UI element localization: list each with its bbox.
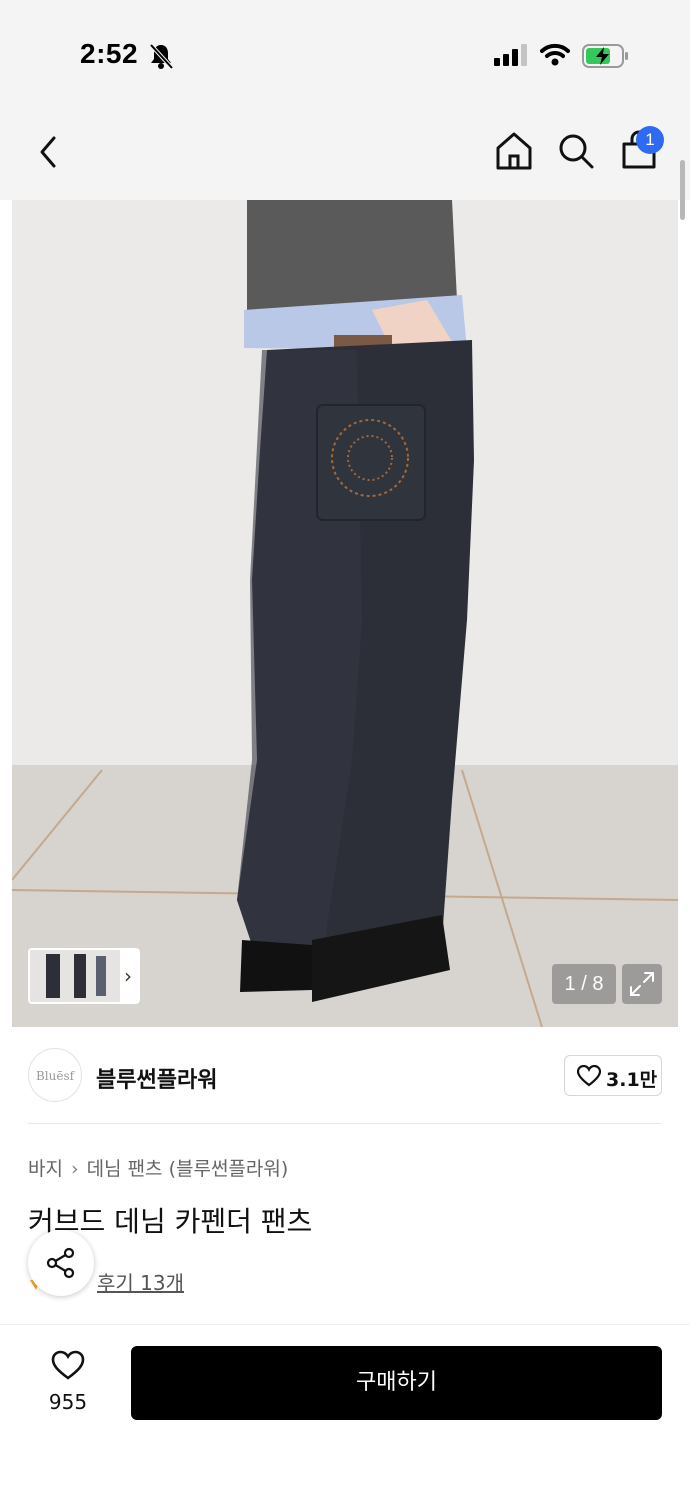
- breadcrumb-item[interactable]: 바지: [28, 1158, 63, 1180]
- wifi-icon: [540, 43, 570, 66]
- divider: [28, 1123, 662, 1124]
- brand-name[interactable]: 블루썬플라워: [96, 1062, 217, 1094]
- breadcrumb-item[interactable]: 데님 팬츠 (블루썬플라워): [87, 1158, 289, 1180]
- product-image[interactable]: [12, 200, 678, 1027]
- thumbnail-strip[interactable]: ›: [28, 948, 140, 1004]
- share-button[interactable]: [28, 1230, 94, 1296]
- breadcrumb: 바지 › 데님 팬츠 (블루썬플라워): [28, 1154, 288, 1181]
- cart-count-badge: 1: [636, 126, 664, 154]
- share-icon: [46, 1247, 75, 1279]
- expand-icon[interactable]: [622, 964, 662, 1004]
- back-icon[interactable]: [34, 132, 66, 172]
- buy-button[interactable]: 구매하기: [131, 1346, 662, 1420]
- wish-count: 955: [48, 1390, 88, 1414]
- heart-icon: [51, 1350, 85, 1380]
- brand-like-count: 3.1만: [606, 1069, 658, 1091]
- page-indicator: 1 / 8: [552, 964, 616, 1004]
- bell-slash-icon: [149, 43, 174, 70]
- status-time: 2:52: [80, 38, 139, 69]
- signal-icon: [494, 44, 527, 66]
- battery-charging-icon: [582, 44, 628, 68]
- search-icon[interactable]: [556, 130, 596, 172]
- wishlist-button[interactable]: 955: [40, 1350, 96, 1420]
- brand-like-button[interactable]: 3.1만: [564, 1055, 662, 1096]
- chevron-right-icon: ›: [124, 964, 132, 988]
- home-icon[interactable]: [494, 130, 534, 172]
- brand-logo[interactable]: Bluēsf: [28, 1048, 82, 1102]
- breadcrumb-separator: ›: [70, 1158, 79, 1180]
- scroll-indicator[interactable]: [680, 160, 685, 220]
- review-link[interactable]: 후기 13개: [97, 1267, 184, 1296]
- heart-icon: [577, 1065, 601, 1087]
